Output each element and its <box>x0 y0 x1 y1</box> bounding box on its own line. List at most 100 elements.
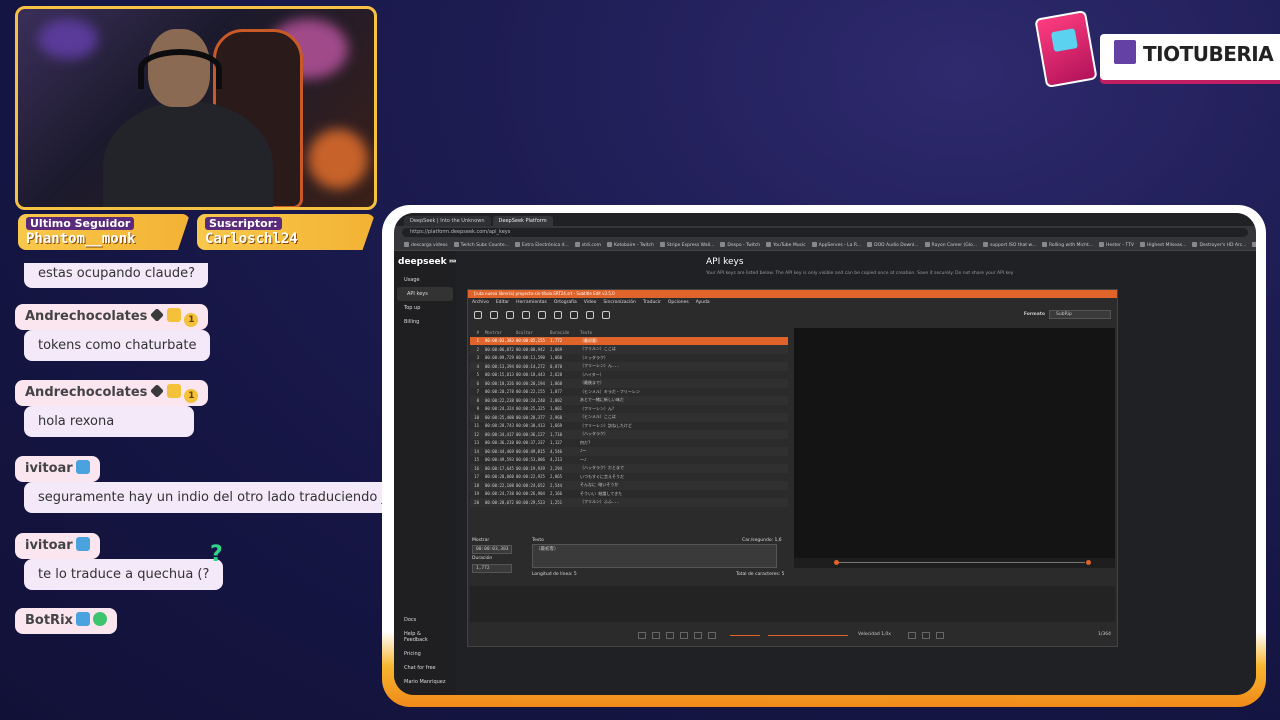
add-icon[interactable] <box>638 632 646 639</box>
bookmark-item[interactable]: DOD Audio Downl... <box>867 242 918 248</box>
nav-chat[interactable]: Chat for free <box>394 661 456 675</box>
bookmark-item[interactable]: Despo - Twitch <box>720 242 760 248</box>
menu-item[interactable]: Opciones <box>668 300 689 305</box>
waveform-option-icon[interactable] <box>936 632 944 639</box>
subtitle-row[interactable]: 8 00:00:22,238 00:00:24,240 2,002 あとで一緒に新しい味… <box>470 396 788 405</box>
subtitle-row[interactable]: 2 00:00:06,872 00:00:08,942 2,069 （フリルン）ここは <box>470 345 788 354</box>
subtitle-cell: 00:00:28,377 <box>516 414 545 420</box>
back-icon[interactable] <box>680 632 688 639</box>
volume-handle[interactable] <box>1086 560 1091 565</box>
subtitle-cell: （ハッタラク）だとまで <box>580 465 624 471</box>
list-icon[interactable] <box>554 311 562 319</box>
nav-docs[interactable]: Docs <box>394 613 456 627</box>
waveform-option-icon[interactable] <box>908 632 916 639</box>
subtitle-row[interactable]: 12 00:00:34,417 00:00:36,127 1,710 （ハッタラク） <box>470 430 788 439</box>
subtitle-row[interactable]: 19 00:00:24,738 00:00:26,904 2,166 そういい 結論して… <box>470 490 788 499</box>
last-follower-badge: Ultimo Seguidor Phantom__monk <box>18 214 190 250</box>
subtitle-row[interactable]: 17 00:00:20,060 00:00:22,925 2,865 いつもすぐに言えそ… <box>470 473 788 482</box>
bookmark-item[interactable]: Destroyer's HD Arc... <box>1192 242 1246 248</box>
subtitle-cell: 4,546 <box>550 448 563 454</box>
chat-message-text: estas ocupando claude? <box>24 263 208 288</box>
browser-tab-active[interactable]: DeepSeek Platform <box>492 216 553 226</box>
nav-usage[interactable]: Usage <box>394 273 456 287</box>
bookmark-item[interactable]: Rolling with Micht... <box>1042 242 1093 248</box>
subtitle-cell: （フリーレン）ん？ <box>580 405 616 411</box>
layout-icon[interactable] <box>586 311 594 319</box>
nav-help[interactable]: Help & Feedback <box>394 627 456 647</box>
subtitle-row[interactable]: 20 00:00:28,072 00:00:29,523 1,251 （フリルン）ふふ.… <box>470 498 788 507</box>
subtitle-row[interactable]: 16 00:00:17,645 00:00:19,939 2,294 （ハッタラク）だと… <box>470 464 788 473</box>
subtitle-row[interactable]: 18 00:00:22,108 00:00:24,652 2,544 そんなに 暗いそう… <box>470 481 788 490</box>
subtitle-row[interactable]: 13 00:00:36,210 00:00:37,337 1,127 何だ? <box>470 439 788 448</box>
bookmark-item[interactable]: YouTube Music <box>766 242 806 248</box>
video-seek-bar[interactable] <box>834 562 1085 563</box>
address-bar[interactable]: https://platform.deepseek.com/api_keys <box>402 228 1248 237</box>
subtitle-row[interactable]: 10 00:00:25,408 00:00:28,377 2,968 （ヒンメル）ここは <box>470 413 788 422</box>
bookmark-item[interactable]: stdi.com <box>575 242 601 248</box>
menu-item[interactable]: Ayuda <box>696 300 710 305</box>
prev-icon[interactable] <box>666 632 674 639</box>
subtitle-cell: 1 <box>476 338 479 344</box>
waveform-option-icon[interactable] <box>922 632 930 639</box>
format-select[interactable]: SubRip <box>1049 310 1111 319</box>
subtitle-row[interactable]: 4 00:00:13,394 00:00:14,272 0,878 （フリーレン）ん..… <box>470 362 788 371</box>
chat-username: ivitoar <box>15 533 100 559</box>
subtitle-row[interactable]: 1 00:00:03,383 00:00:05,155 1,772 （最初客） <box>470 336 788 345</box>
subtitle-row[interactable]: 11 00:00:28,743 00:00:30,413 1,669 （フリーレン）訪ね… <box>470 422 788 431</box>
subtitle-cell: 00:00:28,743 <box>485 423 514 429</box>
new-file-icon[interactable] <box>474 311 482 319</box>
last-sub-label: Suscriptor: <box>205 217 282 230</box>
subtitle-row[interactable]: 7 00:00:20,278 00:00:22,155 1,877 （ヒンメル）キラだ・… <box>470 388 788 397</box>
zoom-slider[interactable] <box>730 635 760 636</box>
menu-item[interactable]: Sincronización <box>603 300 636 305</box>
bookmark-item[interactable]: descarga videos <box>404 242 448 248</box>
subtitle-cell: 00:00:06,872 <box>485 346 514 352</box>
open-folder-icon[interactable] <box>490 311 498 319</box>
forward-icon[interactable] <box>694 632 702 639</box>
bookmark-item[interactable]: Twitch Subs Counte... <box>454 242 509 248</box>
nav-api-keys[interactable]: API keys <box>397 287 453 301</box>
browser-tab[interactable]: DeepSeek | Into the Unknown <box>404 216 491 226</box>
subtitle-cell: 2,865 <box>550 474 563 480</box>
waveform-area[interactable] <box>470 586 1115 622</box>
user-account[interactable]: Mario Manriquez <box>394 675 456 689</box>
nav-pricing[interactable]: Pricing <box>394 647 456 661</box>
save-icon[interactable] <box>506 311 514 319</box>
bookmark-item[interactable]: AppServes - La R... <box>812 242 861 248</box>
subtitle-row[interactable]: 6 00:00:18,326 00:00:20,194 1,868 （最後まで） <box>470 379 788 388</box>
subtitle-row[interactable]: 15 00:00:49,593 00:00:53,806 4,213 ～♪ <box>470 456 788 465</box>
subtitle-row[interactable]: 14 00:00:44,469 00:00:49,015 4,546 ♪～ <box>470 447 788 456</box>
next-icon[interactable] <box>708 632 716 639</box>
bookmark-item[interactable]: Rayon Career (Glo... <box>925 242 977 248</box>
bookmark-item[interactable]: Extra Electrónica d... <box>515 242 569 248</box>
subtitle-row[interactable]: 5 00:00:15,813 00:00:18,443 2,628 （ハイター） <box>470 371 788 380</box>
help-icon[interactable] <box>602 311 610 319</box>
nav-billing[interactable]: Billing <box>394 315 456 329</box>
menu-item[interactable]: Video <box>584 300 597 305</box>
settings-icon[interactable] <box>570 311 578 319</box>
menu-item[interactable]: Editar <box>496 300 509 305</box>
subtitle-row[interactable]: 9 00:00:24,324 00:00:25,325 1,001 （フリーレン）ん？ <box>470 405 788 414</box>
bookmarks-bar: descarga videos Twitch Subs Counte... Extr… <box>394 239 1256 251</box>
bookmark-item[interactable]: Stripe Express Wall... <box>660 242 715 248</box>
show-time-input[interactable]: 00:00:03,383 <box>472 545 512 554</box>
bookmark-item[interactable]: Kotobaire - Twitch <box>607 242 654 248</box>
menu-item[interactable]: Archivo <box>472 300 489 305</box>
duration-input[interactable]: 1,772 <box>472 564 512 573</box>
subtitle-row[interactable]: 3 00:00:09,729 00:00:11,590 1,860 （ミッタラク） <box>470 354 788 363</box>
bookmark-item[interactable]: Hester - TTV <box>1099 242 1134 248</box>
menu-item[interactable]: Ortografía <box>554 300 577 305</box>
bookmark-item[interactable]: support ISO that w... <box>983 242 1036 248</box>
menu-item[interactable]: Traducir <box>643 300 661 305</box>
split-icon[interactable] <box>652 632 660 639</box>
speed-slider[interactable] <box>768 635 848 636</box>
menu-item[interactable]: Herramientas <box>516 300 547 305</box>
bookmark-item[interactable]: Highest Milseas... <box>1140 242 1187 248</box>
bookmark-item[interactable]: Otros favoritos <box>1252 242 1256 248</box>
subtitle-text-input[interactable]: （最初客） <box>532 544 777 568</box>
nav-top-up[interactable]: Top up <box>394 301 456 315</box>
search-icon[interactable] <box>522 311 530 319</box>
replace-icon[interactable] <box>538 311 546 319</box>
subtitle-cell: 1,860 <box>550 355 563 361</box>
seek-handle[interactable] <box>834 560 839 565</box>
